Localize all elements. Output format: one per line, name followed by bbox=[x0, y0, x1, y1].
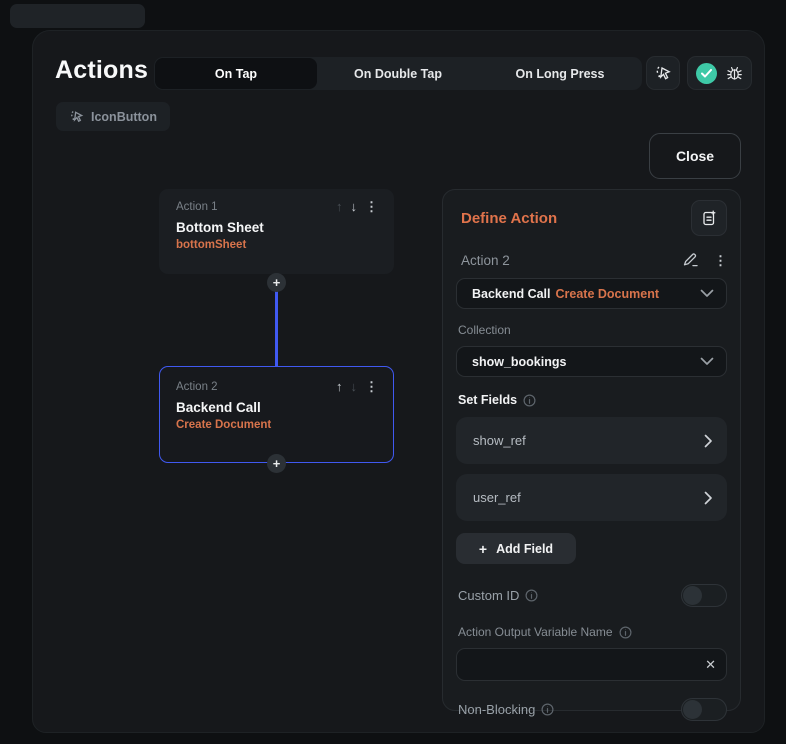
action-node-1[interactable]: Action 1 ↑ ↓ ⋮ Bottom Sheet bottomSheet bbox=[159, 189, 394, 274]
widget-chip-label: IconButton bbox=[91, 110, 157, 124]
panel-title: Define Action bbox=[456, 210, 691, 227]
copy-action-button[interactable] bbox=[691, 200, 727, 236]
add-action-button[interactable]: + bbox=[267, 273, 286, 292]
collection-label: Collection bbox=[456, 323, 727, 337]
action-index-label: Action 1 bbox=[176, 201, 336, 213]
move-up-icon[interactable]: ↑ bbox=[336, 200, 343, 213]
info-icon[interactable] bbox=[523, 394, 536, 407]
validation-check-button[interactable] bbox=[696, 63, 717, 84]
gesture-cursor-icon bbox=[654, 64, 672, 82]
chevron-right-icon bbox=[704, 434, 713, 448]
custom-id-label: Custom ID bbox=[458, 588, 519, 603]
info-icon[interactable] bbox=[525, 589, 538, 602]
close-button[interactable]: Close bbox=[649, 133, 741, 179]
flow-connector-line bbox=[275, 283, 278, 367]
widget-chip-iconbutton[interactable]: IconButton bbox=[56, 102, 170, 131]
page-title: Actions bbox=[55, 56, 148, 85]
gesture-cursor-icon bbox=[69, 109, 84, 124]
action-index-label: Action 2 bbox=[176, 381, 336, 393]
action-title: Bottom Sheet bbox=[176, 220, 378, 235]
run-status-group bbox=[687, 56, 752, 90]
node-menu-icon[interactable]: ⋮ bbox=[365, 380, 378, 393]
output-variable-input[interactable] bbox=[456, 648, 727, 681]
document-plus-icon bbox=[700, 209, 718, 227]
info-icon[interactable] bbox=[619, 626, 632, 639]
check-icon bbox=[701, 69, 712, 78]
tab-on-long-press[interactable]: On Long Press bbox=[479, 58, 641, 89]
actions-editor-window: Actions On Tap On Double Tap On Long Pre… bbox=[0, 0, 786, 744]
field-name: user_ref bbox=[473, 490, 704, 505]
add-field-button[interactable]: + Add Field bbox=[456, 533, 576, 564]
collection-value: show_bookings bbox=[472, 355, 700, 369]
action-subtitle: bottomSheet bbox=[176, 239, 378, 251]
set-fields-label: Set Fields bbox=[458, 393, 517, 407]
non-blocking-label: Non-Blocking bbox=[458, 702, 535, 717]
action-menu-icon[interactable]: ⋮ bbox=[714, 254, 727, 267]
edit-pencil-icon[interactable] bbox=[682, 252, 700, 268]
add-field-label: Add Field bbox=[496, 542, 553, 556]
bug-icon[interactable] bbox=[726, 65, 743, 82]
action-type-primary: Backend Call bbox=[472, 287, 551, 301]
custom-id-toggle[interactable] bbox=[681, 584, 727, 607]
set-field-row-user-ref[interactable]: user_ref bbox=[456, 474, 727, 521]
tab-on-double-tap[interactable]: On Double Tap bbox=[317, 58, 479, 89]
tab-on-tap[interactable]: On Tap bbox=[155, 58, 317, 89]
non-blocking-toggle[interactable] bbox=[681, 698, 727, 721]
chevron-down-icon bbox=[700, 289, 714, 298]
chevron-down-icon bbox=[700, 357, 714, 366]
add-action-button[interactable]: + bbox=[267, 454, 286, 473]
trigger-tabbar: On Tap On Double Tap On Long Press bbox=[154, 57, 642, 90]
set-field-row-show-ref[interactable]: show_ref bbox=[456, 417, 727, 464]
collection-dropdown[interactable]: show_bookings bbox=[456, 346, 727, 377]
move-down-icon[interactable]: ↓ bbox=[351, 200, 358, 213]
action-type-dropdown[interactable]: Backend Call Create Document bbox=[456, 278, 727, 309]
plus-icon: + bbox=[479, 541, 487, 557]
info-icon[interactable] bbox=[541, 703, 554, 716]
chevron-right-icon bbox=[704, 491, 713, 505]
action-title: Backend Call bbox=[176, 400, 378, 415]
action-type-secondary: Create Document bbox=[556, 287, 660, 301]
actions-modal: Actions On Tap On Double Tap On Long Pre… bbox=[32, 30, 765, 733]
action-flow-button[interactable] bbox=[646, 56, 680, 90]
move-down-icon[interactable]: ↓ bbox=[351, 380, 358, 393]
output-variable-label: Action Output Variable Name bbox=[458, 625, 613, 639]
node-menu-icon[interactable]: ⋮ bbox=[365, 200, 378, 213]
define-action-panel: Define Action Action 2 bbox=[442, 189, 741, 711]
action-subtitle: Create Document bbox=[176, 419, 378, 431]
move-up-icon[interactable]: ↑ bbox=[336, 380, 343, 393]
selected-action-label: Action 2 bbox=[461, 253, 682, 268]
clear-input-icon[interactable]: ✕ bbox=[705, 656, 716, 673]
window-tab-placeholder bbox=[10, 4, 145, 28]
field-name: show_ref bbox=[473, 433, 704, 448]
action-node-2-selected[interactable]: Action 2 ↑ ↓ ⋮ Backend Call Create Docum… bbox=[159, 366, 394, 463]
